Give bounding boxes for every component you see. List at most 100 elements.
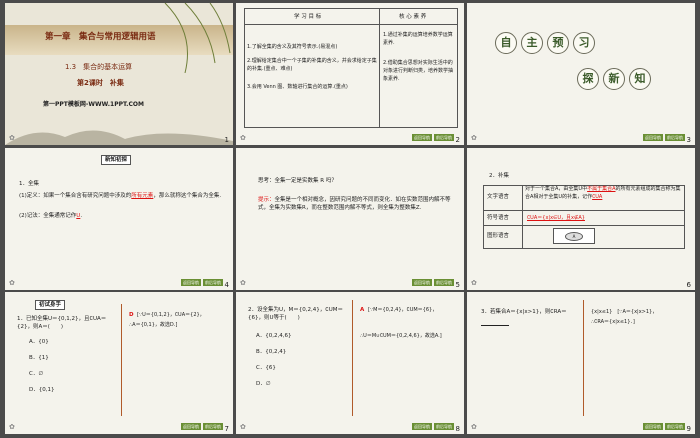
slide-thumbnail-6[interactable]: 2．补集 文字语言 对于一个集合A，由全集U中不属于集合A的所有元素组成的集合称… bbox=[467, 148, 695, 290]
goal-item: 3.会用 Venn 图、数轴进行集合的运算.(重点) bbox=[247, 84, 348, 90]
slide-thumbnail-2[interactable]: 学 习 目 标 核 心 素 养 1.了解全集的含义及其符号表示.(易混点) 2.… bbox=[236, 3, 464, 145]
option-item: D．{0,1} bbox=[29, 387, 55, 393]
question-text: 思考：全集一定是实数集 R 吗？ bbox=[258, 178, 337, 184]
back-nav-button[interactable]: 返回导航 bbox=[412, 279, 432, 286]
ink-landscape-image bbox=[5, 130, 233, 145]
slide-number: 3 bbox=[686, 136, 691, 144]
slide-number: 4 bbox=[224, 281, 229, 289]
explanation-text: [∵U＝{0,1,2}，∁UA＝{2}， bbox=[137, 312, 205, 318]
slide-number: 7 bbox=[224, 425, 229, 433]
forward-nav-button[interactable]: 前后导航 bbox=[434, 279, 454, 286]
willow-branch-image bbox=[164, 3, 231, 73]
explanation-text: ∴∁RA＝{x|x≤1}．] bbox=[591, 319, 635, 325]
title-char: 预 bbox=[547, 32, 569, 54]
explanation-text: {x|x≤1} [∵A＝{x|x>1}， bbox=[591, 309, 658, 315]
page-icon: ✿ bbox=[240, 423, 246, 431]
section-title-chars: 自主预习 bbox=[495, 31, 599, 54]
page-icon: ✿ bbox=[471, 279, 477, 287]
table-divider bbox=[483, 210, 684, 211]
title-char: 主 bbox=[521, 32, 543, 54]
forward-nav-button[interactable]: 前后导航 bbox=[203, 279, 223, 286]
lesson-title: 第2课时 补集 bbox=[77, 79, 124, 87]
answer-blank: 不属于集合A bbox=[587, 186, 616, 192]
back-nav-button[interactable]: 返回导航 bbox=[412, 423, 432, 430]
divider-line bbox=[583, 300, 584, 416]
slide-thumbnail-3[interactable]: 自主预习 探新知 ✿ 返回导航 前后导航 3 bbox=[467, 3, 695, 145]
option-item: D．∅ bbox=[256, 381, 271, 387]
page-icon: ✿ bbox=[240, 279, 246, 287]
slide-thumbnail-1[interactable]: 第一章 集合与常用逻辑用语 1.3 集合的基本运算 第2课时 补集 第一PPT模… bbox=[5, 3, 233, 145]
back-nav-button[interactable]: 返回导航 bbox=[643, 134, 663, 141]
explanation-text: ∴U＝M∪∁UM＝{0,2,4,6}，故选A.] bbox=[360, 333, 442, 339]
nav-buttons: 返回导航 前后导航 bbox=[181, 279, 223, 286]
notation-text: (2)记法：全集通常记作U. bbox=[19, 213, 83, 219]
page-icon: ✿ bbox=[471, 423, 477, 431]
option-item: B．{1} bbox=[29, 355, 49, 361]
row-label: 文字语言 bbox=[487, 194, 510, 200]
slide-number: 8 bbox=[455, 425, 460, 433]
question-text: 3．若集合A＝{x|x>1}，则∁RA＝ bbox=[481, 309, 567, 315]
section-subtitle-chars: 探新知 bbox=[577, 67, 655, 90]
nav-buttons: 返回导航 前后导航 bbox=[643, 134, 685, 141]
back-nav-button[interactable]: 返回导航 bbox=[181, 279, 201, 286]
slide-number: 9 bbox=[686, 425, 691, 433]
text-definition: 对于一个集合A，由全集U中不属于集合A的所有元素组成的集合称为集合A相对于全集U… bbox=[525, 186, 681, 200]
literacy-item: 2.借助集合思想对实际生活中的对象进行判断归类，培养数学抽象素养. bbox=[383, 60, 454, 82]
subtitle-char: 探 bbox=[577, 68, 599, 90]
table-divider bbox=[244, 24, 457, 25]
back-nav-button[interactable]: 返回导航 bbox=[412, 134, 432, 141]
subtitle-char: 新 bbox=[603, 68, 625, 90]
table-divider bbox=[379, 8, 380, 127]
slide-number: 1 bbox=[224, 136, 229, 144]
heading: 1．全集 bbox=[19, 181, 39, 187]
slide-thumbnail-7[interactable]: 初试身手 1．已知全集U＝{0,1,2}，且∁UA＝{2}，则A＝( ) A．{… bbox=[5, 292, 233, 434]
divider-line bbox=[352, 300, 353, 416]
goal-item: 1.了解全集的含义及其符号表示.(易混点) bbox=[247, 44, 338, 50]
option-item: A．{0} bbox=[29, 339, 49, 345]
option-item: A．{0,2,4,6} bbox=[256, 333, 292, 339]
title-char: 自 bbox=[495, 32, 517, 54]
forward-nav-button[interactable]: 前后导航 bbox=[434, 423, 454, 430]
forward-nav-button[interactable]: 前后导航 bbox=[665, 134, 685, 141]
slide-thumbnail-4[interactable]: 新知初探 1．全集 (1)定义：如果一个集合含有研究问题中涉及的所有元素，那么就… bbox=[5, 148, 233, 290]
page-icon: ✿ bbox=[471, 134, 477, 142]
answer-letter: D bbox=[129, 312, 134, 318]
hint-text: 提示：全集是一个相对概念，因研究问题的不同而变化．如在实数范围内解不等式，全集为… bbox=[258, 197, 451, 211]
subtitle-char: 知 bbox=[629, 68, 651, 90]
answer-blank: 所有元素 bbox=[131, 193, 154, 199]
slide-thumbnail-9[interactable]: 3．若集合A＝{x|x>1}，则∁RA＝ {x|x≤1} [∵A＝{x|x>1}… bbox=[467, 292, 695, 434]
heading: 2．补集 bbox=[489, 173, 509, 179]
chapter-title: 第一章 集合与常用逻辑用语 bbox=[45, 32, 156, 42]
table-divider bbox=[522, 185, 523, 248]
option-item: C．{6} bbox=[256, 365, 276, 371]
row-label: 图形语言 bbox=[487, 233, 510, 239]
slide-thumbnail-8[interactable]: 2．设全集为U，M＝{0,2,4}，∁UM＝{6}，则U等于( ) A．{0,2… bbox=[236, 292, 464, 434]
forward-nav-button[interactable]: 前后导航 bbox=[203, 423, 223, 430]
divider-line bbox=[121, 304, 122, 416]
back-nav-button[interactable]: 返回导航 bbox=[643, 423, 663, 430]
question-text: 1．已知全集U＝{0,1,2}，且∁UA＝{2}，则A＝( ) bbox=[17, 316, 107, 330]
table-divider bbox=[483, 225, 684, 226]
page-icon: ✿ bbox=[9, 134, 15, 142]
page-icon: ✿ bbox=[9, 423, 15, 431]
explanation-text: ∴A＝{0,1}，故选D.] bbox=[129, 322, 178, 328]
page-icon: ✿ bbox=[240, 134, 246, 142]
nav-buttons: 返回导航 前后导航 bbox=[181, 423, 223, 430]
section-title: 1.3 集合的基本运算 bbox=[65, 63, 133, 71]
option-item: B．{0,2,4} bbox=[256, 349, 287, 355]
slide-number: 6 bbox=[686, 281, 691, 289]
venn-set-A: A bbox=[565, 232, 583, 241]
watermark-text: 第一PPT模板网-WWW.1PPT.COM bbox=[43, 101, 144, 108]
answer-letter: A bbox=[360, 307, 365, 313]
question-text: 2．设全集为U，M＝{0,2,4}，∁UM＝{6}，则U等于( ) bbox=[248, 307, 344, 321]
section-tag: 新知初探 bbox=[101, 155, 132, 165]
forward-nav-button[interactable]: 前后导航 bbox=[434, 134, 454, 141]
option-item: C．∅ bbox=[29, 371, 44, 377]
forward-nav-button[interactable]: 前后导航 bbox=[665, 423, 685, 430]
section-tag: 初试身手 bbox=[35, 300, 66, 310]
slide-number: 2 bbox=[455, 136, 460, 144]
page-icon: ✿ bbox=[9, 279, 15, 287]
back-nav-button[interactable]: 返回导航 bbox=[181, 423, 201, 430]
slide-thumbnail-5[interactable]: 思考：全集一定是实数集 R 吗？ 提示：全集是一个相对概念，因研究问题的不同而变… bbox=[236, 148, 464, 290]
table-header-goals: 学 习 目 标 bbox=[294, 14, 322, 20]
